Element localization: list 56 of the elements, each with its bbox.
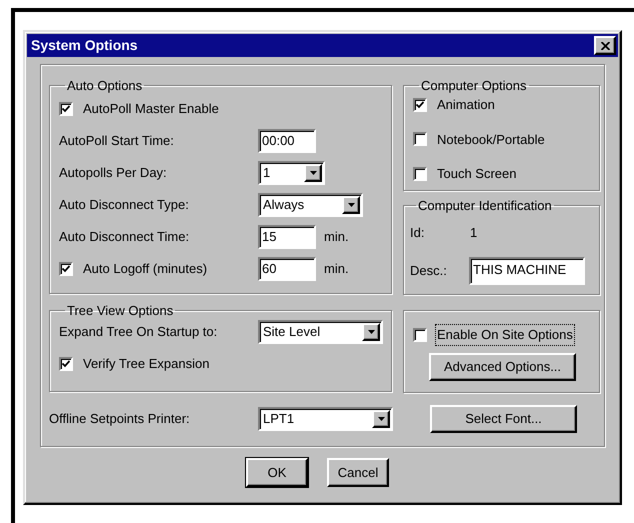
field-label: Auto Disconnect Type: — [59, 196, 190, 214]
input-field[interactable]: 00:00 — [258, 129, 316, 153]
dropdown[interactable]: 1 — [258, 161, 325, 185]
id-value: 1 — [470, 224, 478, 242]
checkbox-label[interactable]: Enable On Site Options — [436, 325, 574, 344]
checkbox-label[interactable]: Notebook/Portable — [436, 130, 546, 149]
window-title: System Options — [31, 36, 138, 55]
checkbox[interactable] — [59, 102, 73, 116]
unit-label: min. — [324, 228, 349, 246]
caret-icon — [348, 203, 354, 207]
checkbox-label[interactable]: Verify Tree Expansion — [82, 354, 210, 374]
group-title: Computer Options — [420, 78, 528, 93]
field-label: Id: — [410, 224, 426, 242]
group-title: Tree View Options — [66, 303, 174, 318]
field-label: Offline Setpoints Printer: — [49, 410, 191, 428]
checkbox[interactable] — [59, 262, 73, 276]
close-button[interactable] — [594, 36, 616, 55]
dropdown[interactable]: Site Level — [258, 320, 383, 344]
check-icon — [62, 265, 70, 273]
group-title: Auto Options — [66, 78, 144, 93]
input-field[interactable]: 15 — [258, 225, 316, 249]
input-field[interactable]: THIS MACHINE — [469, 257, 585, 285]
checkbox-label[interactable]: Animation — [436, 95, 496, 114]
field-label: Autopolls Per Day: — [59, 164, 168, 182]
unit-label: min. — [324, 260, 349, 278]
dropdown[interactable]: Always — [258, 193, 363, 217]
field-label: Expand Tree On Startup to: — [59, 323, 218, 342]
checkbox[interactable] — [413, 166, 427, 181]
caret-icon — [368, 330, 374, 334]
dropdown[interactable]: LPT1 — [258, 407, 393, 431]
check-icon — [416, 100, 424, 109]
dropdown-button[interactable] — [362, 323, 380, 341]
caret-icon — [310, 171, 316, 175]
dropdown-button[interactable] — [372, 410, 390, 428]
caret-icon — [378, 417, 384, 421]
field-label: Auto Disconnect Time: — [59, 228, 190, 246]
button[interactable]: Cancel — [327, 458, 389, 487]
dropdown-button[interactable] — [342, 196, 360, 214]
checkbox[interactable] — [59, 356, 73, 371]
field-label: Desc.: — [410, 262, 448, 280]
checkbox-label[interactable]: Touch Screen — [436, 164, 518, 184]
check-icon — [62, 105, 70, 113]
group-title: Computer Identification — [417, 198, 553, 213]
check-icon — [62, 360, 70, 368]
checkbox[interactable] — [413, 132, 427, 146]
checkbox[interactable] — [413, 328, 427, 342]
input-field[interactable]: 60 — [258, 257, 316, 281]
close-icon — [600, 42, 610, 50]
field-label: AutoPoll Start Time: — [59, 132, 175, 150]
button[interactable]: Select Font... — [430, 405, 577, 433]
checkbox-label[interactable]: Auto Logoff (minutes) — [82, 259, 208, 279]
button[interactable]: OK — [246, 458, 308, 487]
checkbox[interactable] — [413, 98, 427, 112]
dropdown-button[interactable] — [304, 164, 322, 182]
button[interactable]: Advanced Options... — [429, 352, 576, 380]
checkbox-label[interactable]: AutoPoll Master Enable — [82, 99, 220, 119]
